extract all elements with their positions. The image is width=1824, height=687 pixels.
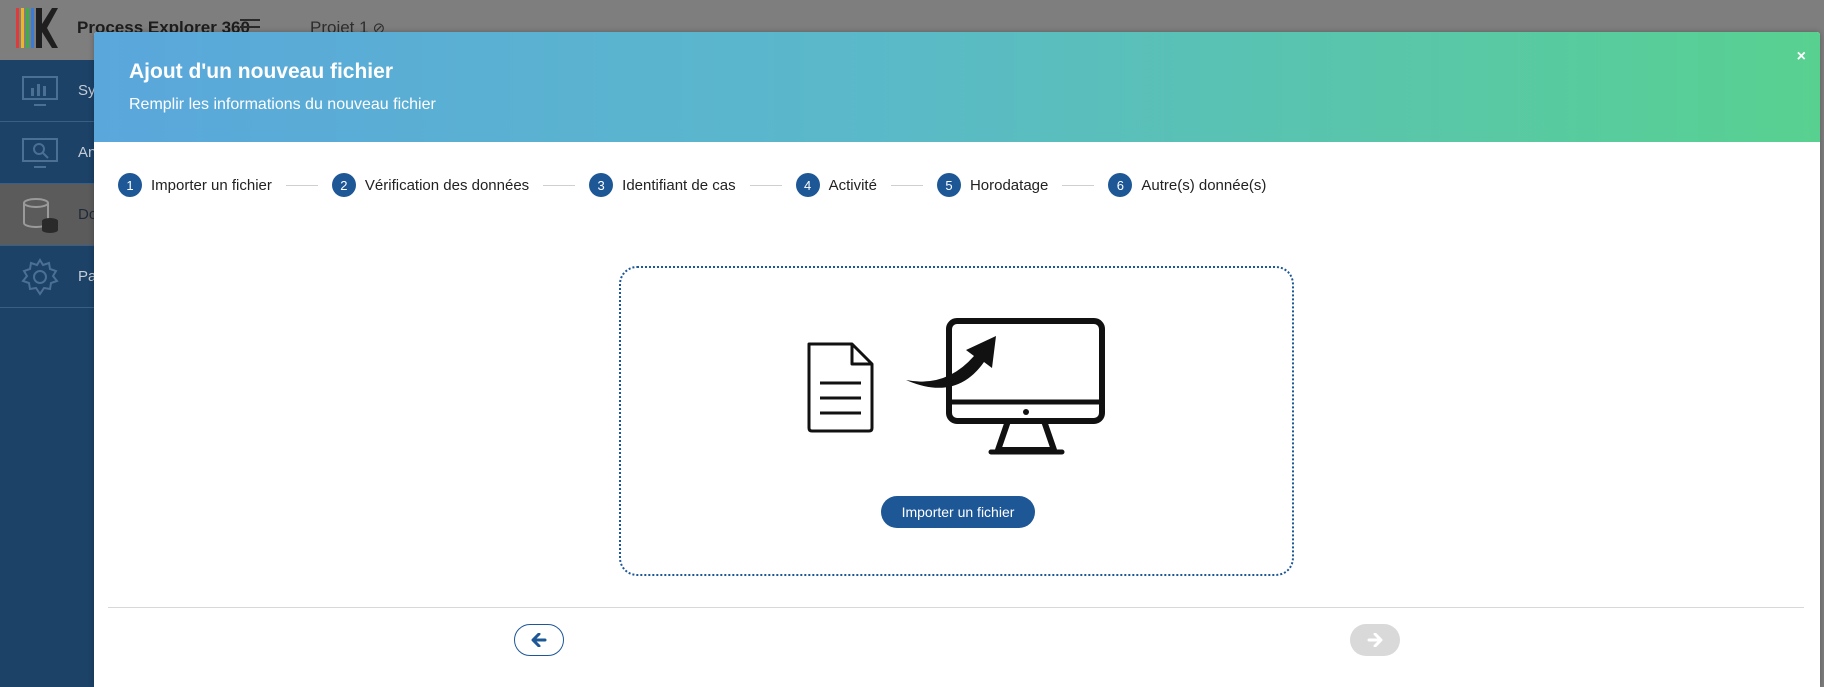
upload-to-computer-icon (807, 318, 1105, 455)
stepper: 1 Importer un fichier 2 Vérification des… (118, 172, 1266, 198)
monitor-search-icon (22, 137, 58, 168)
step-number: 5 (936, 173, 961, 197)
arrow-left-icon (531, 633, 547, 647)
monitor-chart-icon (22, 75, 58, 106)
step-connector (890, 184, 923, 186)
sidebar-item-pa[interactable]: Pa (0, 246, 96, 308)
previous-button[interactable] (514, 624, 564, 656)
modal-header: Ajout d'un nouveau fichier Remplir les i… (94, 32, 1820, 142)
sidebar-item-sy[interactable]: Sy (0, 60, 96, 122)
step-number: 4 (795, 173, 820, 197)
step-label: Importer un fichier (151, 176, 272, 194)
document-icon (807, 342, 874, 433)
import-file-button[interactable]: Importer un fichier (881, 496, 1035, 528)
step-number: 3 (589, 173, 614, 197)
modal-subtitle: Remplir les informations du nouveau fich… (129, 96, 436, 113)
sidebar-item-label: Sy (78, 82, 96, 99)
footer-divider (108, 607, 1804, 608)
step-connector (285, 184, 318, 186)
step-connector (1062, 184, 1095, 186)
step-number: 6 (1108, 173, 1133, 197)
close-icon[interactable]: × (1797, 48, 1806, 66)
gear-icon (21, 257, 59, 296)
step-2[interactable]: 2 Vérification des données (331, 173, 530, 197)
app-logo-icon (16, 8, 58, 48)
sidebar: Sy An Do Pa (0, 60, 97, 687)
sidebar-item-an[interactable]: An (0, 122, 96, 184)
step-5[interactable]: 5 Horodatage (936, 173, 1049, 197)
file-dropzone[interactable]: Importer un fichier (619, 266, 1294, 576)
step-connector (749, 184, 782, 186)
step-label: Horodatage (969, 176, 1049, 194)
sidebar-item-do[interactable]: Do (0, 184, 97, 246)
step-3[interactable]: 3 Identifiant de cas (589, 173, 736, 197)
add-file-modal: Ajout d'un nouveau fichier Remplir les i… (94, 32, 1820, 687)
step-label: Activité (828, 176, 877, 194)
arrow-right-icon (1367, 633, 1383, 647)
step-number: 2 (331, 173, 356, 197)
step-label: Vérification des données (364, 176, 530, 194)
modal-title: Ajout d'un nouveau fichier (129, 60, 393, 83)
step-connector (543, 184, 576, 186)
step-6[interactable]: 6 Autre(s) donnée(s) (1108, 173, 1266, 197)
database-icon (23, 197, 58, 233)
monitor-icon (946, 318, 1105, 455)
step-label: Autre(s) donnée(s) (1141, 176, 1267, 194)
step-1[interactable]: 1 Importer un fichier (118, 173, 272, 197)
step-label: Identifiant de cas (622, 176, 736, 194)
step-number: 1 (118, 173, 142, 197)
next-button[interactable] (1350, 624, 1400, 656)
step-4[interactable]: 4 Activité (795, 173, 877, 197)
